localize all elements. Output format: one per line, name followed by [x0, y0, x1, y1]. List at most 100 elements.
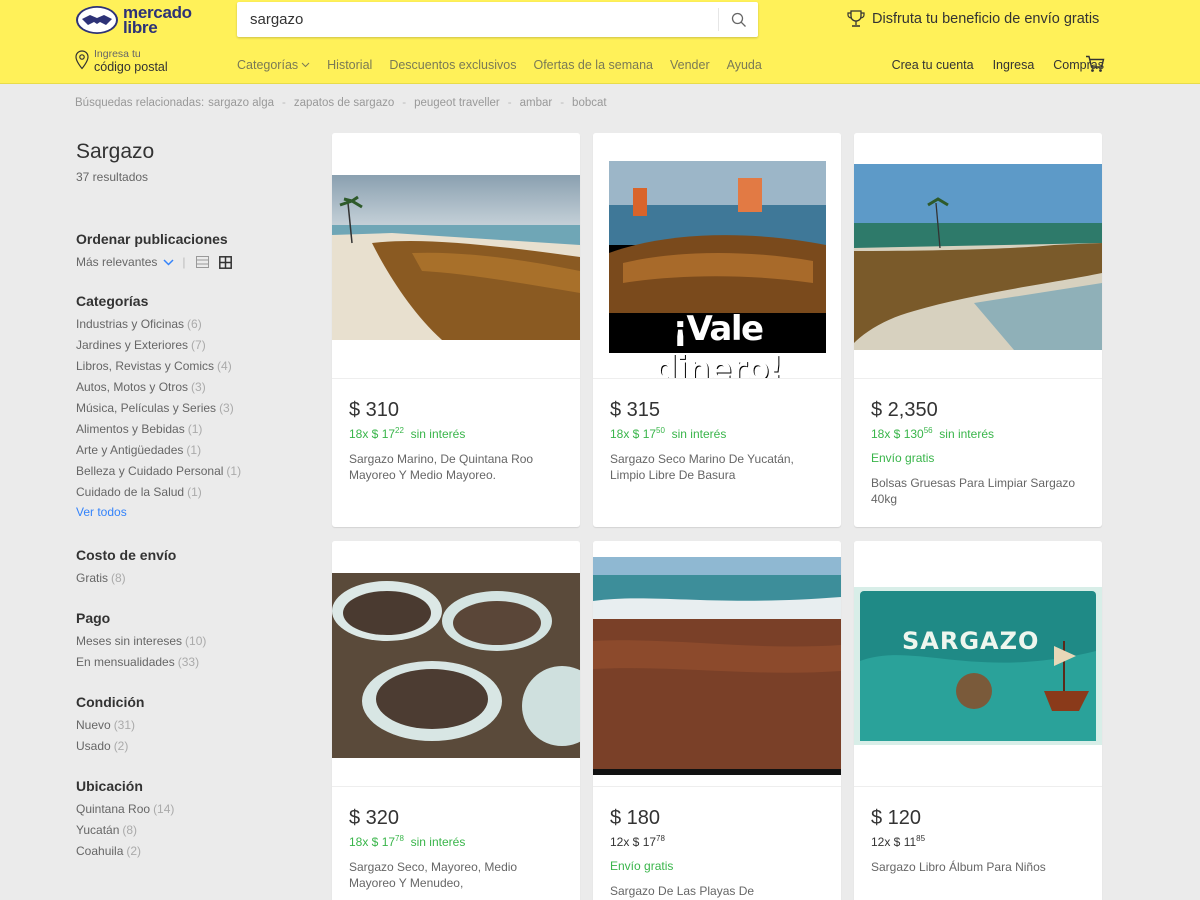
- product-image: [332, 133, 580, 379]
- list-view-icon[interactable]: [195, 256, 209, 268]
- product-title: Sargazo Libro Álbum Para Niños: [871, 860, 1046, 874]
- sort-title: Ordenar publicaciones: [76, 231, 228, 247]
- search-button[interactable]: [718, 8, 758, 31]
- filter-category[interactable]: Autos, Motos y Otros (3): [76, 377, 316, 398]
- search-bar: [237, 2, 758, 37]
- installments: 18x $ 1750 sin interés: [610, 426, 727, 441]
- grid-view-icon[interactable]: [218, 255, 232, 269]
- filter-category[interactable]: Jardines y Exteriores (7): [76, 335, 316, 356]
- trophy-icon: [847, 10, 865, 27]
- postal-code-selector[interactable]: Ingresa tu código postal: [75, 48, 168, 73]
- free-shipping-promo[interactable]: Disfruta tu beneficio de envío gratis: [846, 9, 1099, 29]
- header: mercado libre Disfruta tu beneficio de e…: [0, 0, 1200, 84]
- installments: 12x $ 1778: [610, 834, 665, 849]
- nav-vender[interactable]: Vender: [670, 58, 710, 72]
- filter-payment[interactable]: Meses sin intereses (10): [76, 631, 316, 652]
- product-price: $ 2,350: [871, 399, 938, 421]
- filter-category[interactable]: Arte y Antigüedades (1): [76, 440, 316, 461]
- product-price: $ 320: [349, 807, 400, 829]
- nav-historial[interactable]: Historial: [327, 58, 372, 72]
- create-account-link[interactable]: Crea tu cuenta: [892, 58, 974, 72]
- filter-condition[interactable]: Usado (2): [76, 736, 316, 757]
- logo-text: mercado libre: [123, 3, 192, 37]
- related-link[interactable]: peugeot traveller: [414, 97, 500, 109]
- product-title: Sargazo Seco Marino De Yucatán, Limpio L…: [610, 452, 794, 482]
- page-title: Sargazo: [76, 140, 155, 163]
- nav-descuentos[interactable]: Descuentos exclusivos: [389, 58, 516, 72]
- product-card[interactable]: SARGAZO $ 120 12x $ 1185 Sargazo Libro Á…: [854, 541, 1102, 900]
- location-pin-icon: [75, 50, 89, 70]
- product-card[interactable]: $ 180 12x $ 1778 Envío gratis Sargazo De…: [593, 541, 841, 900]
- filter-payment[interactable]: En mensualidades (33): [76, 652, 316, 673]
- product-card[interactable]: $ 310 18x $ 1722 sin interés Sargazo Mar…: [332, 133, 580, 527]
- separator: -: [507, 97, 512, 109]
- product-card[interactable]: $ 320 18x $ 1778 sin interés Sargazo Sec…: [332, 541, 580, 900]
- installments: 18x $ 1722 sin interés: [349, 426, 466, 441]
- filter-shipping[interactable]: Gratis (8): [76, 568, 316, 589]
- search-input[interactable]: [237, 2, 717, 37]
- categories-title: Categorías: [76, 293, 149, 309]
- related-searches: Búsquedas relacionadas: sargazo alga - z…: [75, 97, 607, 109]
- payment-title: Pago: [76, 610, 111, 626]
- product-price: $ 180: [610, 807, 661, 829]
- divider: |: [182, 255, 186, 269]
- product-price: $ 310: [349, 399, 400, 421]
- nav-categorias[interactable]: Categorías: [237, 58, 310, 72]
- installments: 18x $ 1778 sin interés: [349, 834, 466, 849]
- sort-dropdown[interactable]: Más relevantes: [76, 255, 157, 269]
- condition-title: Condición: [76, 694, 145, 710]
- cart-button[interactable]: [1085, 55, 1105, 78]
- product-price: $ 315: [610, 399, 661, 421]
- product-image: [854, 133, 1102, 379]
- nav-ofertas[interactable]: Ofertas de la semana: [533, 58, 653, 72]
- login-link[interactable]: Ingresa: [993, 58, 1035, 72]
- product-overlay-text: SARGAZO: [902, 627, 1040, 655]
- filter-category[interactable]: Industrias y Oficinas (6): [76, 314, 316, 335]
- related-link[interactable]: zapatos de sargazo: [294, 97, 394, 109]
- see-all-categories-link[interactable]: Ver todos: [76, 505, 316, 519]
- installments: 12x $ 1185: [871, 834, 926, 849]
- nav-ayuda[interactable]: Ayuda: [727, 58, 762, 72]
- user-nav: Crea tu cuenta Ingresa Compras: [873, 58, 1104, 72]
- separator: -: [402, 97, 407, 109]
- related-link[interactable]: bobcat: [572, 97, 607, 109]
- filter-location[interactable]: Yucatán (8): [76, 820, 316, 841]
- product-image: [332, 541, 580, 787]
- installments: 18x $ 13056 sin interés: [871, 426, 994, 441]
- separator: -: [560, 97, 565, 109]
- handshake-logo-icon: [75, 5, 119, 35]
- chevron-down-icon: [301, 62, 310, 68]
- filters-sidebar: Sargazo 37 resultados Ordenar publicacio…: [76, 140, 316, 862]
- filter-condition[interactable]: Nuevo (31): [76, 715, 316, 736]
- mercadolibre-logo[interactable]: mercado libre: [75, 3, 195, 37]
- cart-icon: [1086, 55, 1105, 72]
- related-link[interactable]: sargazo alga: [208, 97, 274, 109]
- product-image: SARGAZO: [854, 541, 1102, 787]
- related-label: Búsquedas relacionadas:: [75, 97, 205, 109]
- free-shipping-label: Envío gratis: [610, 859, 674, 873]
- filter-location[interactable]: Coahuila (2): [76, 841, 316, 862]
- product-title: Bolsas Gruesas Para Limpiar Sargazo 40kg: [871, 476, 1076, 506]
- filter-category[interactable]: Alimentos y Bebidas (1): [76, 419, 316, 440]
- main-nav: Categorías Historial Descuentos exclusiv…: [237, 58, 779, 72]
- product-image: [593, 541, 841, 787]
- product-overlay-text: ¡Vale dinero!: [653, 309, 783, 379]
- filter-category[interactable]: Cuidado de la Salud (1): [76, 482, 316, 503]
- location-label: Ingresa tu: [94, 48, 141, 60]
- product-card[interactable]: $ 2,350 18x $ 13056 sin interés Envío gr…: [854, 133, 1102, 527]
- search-icon: [731, 12, 746, 27]
- filter-location[interactable]: Quintana Roo (14): [76, 799, 316, 820]
- product-title: Sargazo De Las Playas De: [610, 884, 755, 898]
- filter-category[interactable]: Libros, Revistas y Comics (4): [76, 356, 316, 377]
- chevron-down-icon[interactable]: [163, 258, 174, 266]
- promo-text: Disfruta tu beneficio de envío gratis: [872, 11, 1100, 27]
- filter-category[interactable]: Belleza y Cuidado Personal (1): [76, 461, 316, 482]
- product-title: Sargazo Marino, De Quintana Roo Mayoreo …: [349, 452, 534, 482]
- product-card[interactable]: ¡Vale dinero! $ 315 18x $ 1750 sin inter…: [593, 133, 841, 527]
- related-link[interactable]: ambar: [520, 97, 553, 109]
- separator: -: [282, 97, 286, 109]
- location-value: código postal: [94, 60, 168, 74]
- filter-category[interactable]: Música, Películas y Series (3): [76, 398, 316, 419]
- product-price: $ 120: [871, 807, 922, 829]
- results-count: 37 resultados: [76, 170, 149, 184]
